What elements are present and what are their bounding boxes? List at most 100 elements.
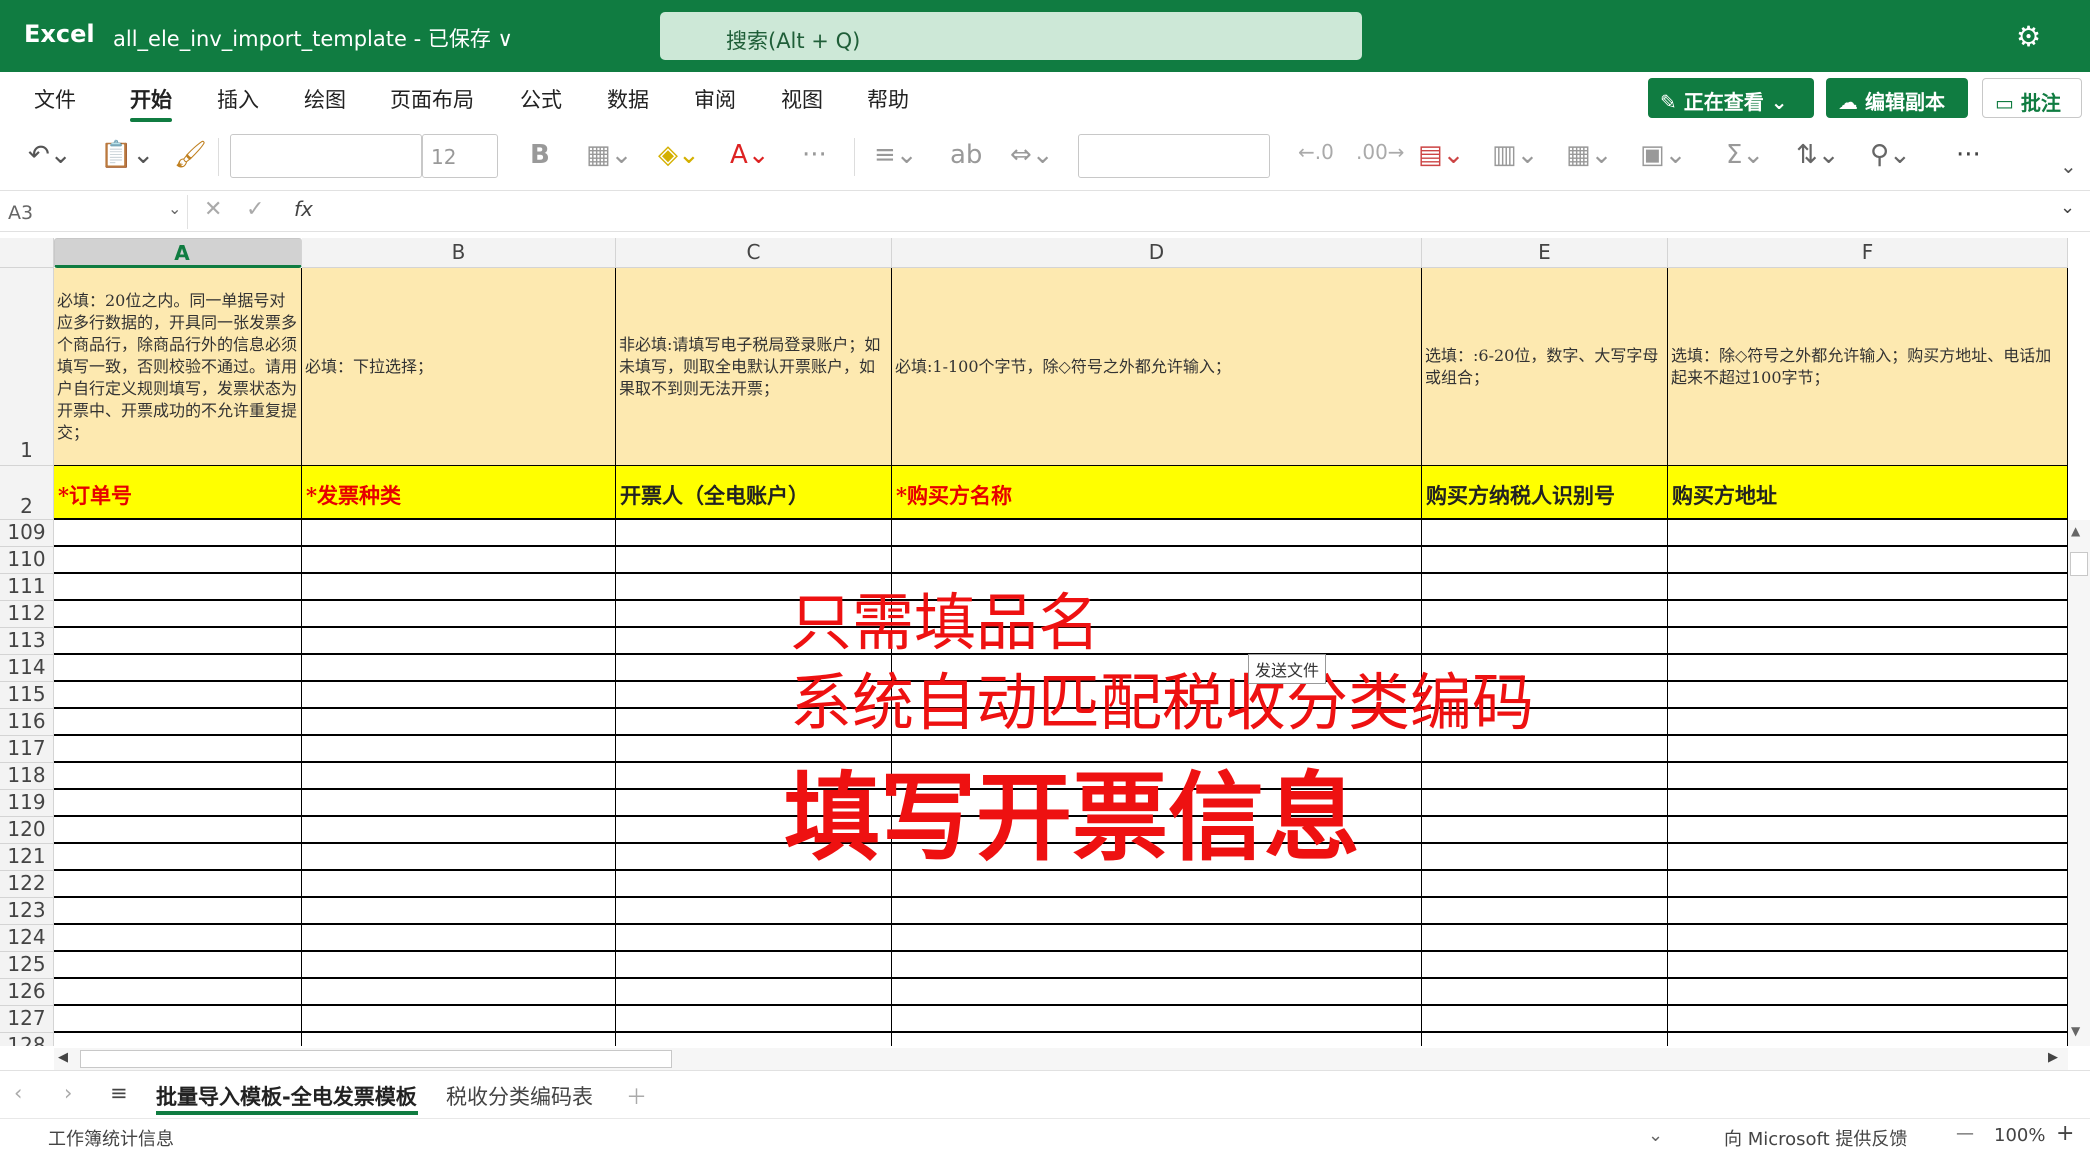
name-box[interactable]: A3	[0, 195, 188, 229]
grid-cell[interactable]	[1668, 790, 2068, 817]
grid-cell[interactable]	[1422, 790, 1668, 817]
grid-cell[interactable]	[302, 574, 616, 601]
chevron-down-icon[interactable]: ⌄	[1648, 1125, 1663, 1146]
note-cell[interactable]: 选填：:6-20位，数字、大写字母或组合；	[1422, 268, 1668, 466]
grid-cell[interactable]	[1422, 601, 1668, 628]
grid-cell[interactable]	[54, 520, 302, 547]
grid-cell[interactable]	[302, 871, 616, 898]
confirm-icon[interactable]: ✓	[246, 197, 264, 222]
grid-cell[interactable]	[892, 520, 1422, 547]
row-header[interactable]: 122	[0, 871, 54, 898]
grid-cell[interactable]	[1668, 628, 2068, 655]
grid-cell[interactable]	[54, 844, 302, 871]
scrollbar-thumb[interactable]	[2070, 552, 2088, 576]
grid-cell[interactable]	[1422, 898, 1668, 925]
row-header[interactable]: 124	[0, 925, 54, 952]
grid-cell[interactable]	[302, 790, 616, 817]
row-header[interactable]: 1	[0, 268, 54, 466]
grid-cell[interactable]	[1668, 1006, 2068, 1033]
grid-cell[interactable]	[616, 1033, 892, 1046]
grid-cell[interactable]	[1668, 547, 2068, 574]
grid-cell[interactable]	[54, 601, 302, 628]
grid-cell[interactable]	[302, 844, 616, 871]
grid-cell[interactable]	[1422, 844, 1668, 871]
feedback-link[interactable]: 向 Microsoft 提供反馈	[1724, 1125, 1907, 1151]
grid-cell[interactable]	[1668, 844, 2068, 871]
borders-icon[interactable]: ▦⌄	[586, 140, 632, 170]
grid-cell[interactable]	[54, 682, 302, 709]
function-icon[interactable]: fx	[294, 197, 313, 221]
grid-cell[interactable]	[1668, 520, 2068, 547]
font-color-icon[interactable]: A⌄	[730, 140, 770, 170]
grid-cell[interactable]	[302, 1033, 616, 1046]
find-icon[interactable]: ⚲⌄	[1870, 140, 1911, 170]
grid-cell[interactable]	[1668, 871, 2068, 898]
header-cell-buyer-tax-id[interactable]: 购买方纳税人识别号	[1422, 466, 1668, 520]
grid-cell[interactable]	[616, 979, 892, 1006]
more-icon[interactable]: ···	[802, 140, 827, 170]
grid-cell[interactable]	[1668, 655, 2068, 682]
grid-cell[interactable]	[302, 1006, 616, 1033]
row-header[interactable]: 114	[0, 655, 54, 682]
grid-cell[interactable]	[54, 763, 302, 790]
vertical-scrollbar[interactable]: ▲ ▼	[2068, 520, 2090, 1046]
grid-cell[interactable]	[1668, 952, 2068, 979]
grid-cell[interactable]	[54, 871, 302, 898]
tab-page-layout[interactable]: 页面布局	[390, 84, 474, 114]
grid-cell[interactable]	[892, 898, 1422, 925]
add-sheet-icon[interactable]: ＋	[626, 1081, 647, 1111]
note-cell[interactable]: 必填：20位之内。同一单据号对应多行数据的，开具同一张发票多个商品行，除商品行外…	[54, 268, 302, 466]
grid-cell[interactable]	[1422, 574, 1668, 601]
grid-cell[interactable]	[616, 520, 892, 547]
scroll-right-icon[interactable]: ▶	[2048, 1050, 2058, 1065]
grid-cell[interactable]	[1422, 817, 1668, 844]
search-box[interactable]: 搜索(Alt + Q)	[660, 12, 1362, 60]
increase-decimal-icon[interactable]: ←.0	[1298, 140, 1334, 164]
wrap-text-icon[interactable]: ab	[950, 140, 982, 170]
bold-icon[interactable]: B	[530, 140, 550, 170]
grid-cell[interactable]	[1422, 979, 1668, 1006]
expand-formula-icon[interactable]: ⌄	[2060, 197, 2075, 218]
grid-cell[interactable]	[54, 817, 302, 844]
grid-cell[interactable]	[892, 1006, 1422, 1033]
grid-cell[interactable]	[54, 1033, 302, 1046]
grid-cell[interactable]	[1668, 1033, 2068, 1046]
tab-review[interactable]: 审阅	[694, 84, 736, 114]
grid-cell[interactable]	[892, 547, 1422, 574]
sheet-tab[interactable]: 税收分类编码表	[446, 1081, 593, 1111]
row-header[interactable]: 128	[0, 1033, 54, 1046]
row-header[interactable]: 121	[0, 844, 54, 871]
grid-cell[interactable]	[1668, 736, 2068, 763]
column-header-f[interactable]: F	[1668, 238, 2068, 268]
grid-cell[interactable]	[616, 898, 892, 925]
conditional-format-icon[interactable]: ▤⌄	[1418, 140, 1464, 170]
sum-icon[interactable]: Σ⌄	[1726, 140, 1764, 170]
grid-cell[interactable]	[54, 898, 302, 925]
row-header[interactable]: 110	[0, 547, 54, 574]
sort-filter-icon[interactable]: ⇅⌄	[1796, 140, 1840, 170]
grid-cell[interactable]	[54, 709, 302, 736]
row-header[interactable]: 125	[0, 952, 54, 979]
grid-cell[interactable]	[54, 1006, 302, 1033]
grid-cell[interactable]	[1422, 925, 1668, 952]
note-cell[interactable]: 非必填:请填写电子税局登录账户；如未填写，则取全电默认开票账户，如果取不到则无法…	[616, 268, 892, 466]
sheet-tab-active[interactable]: 批量导入模板-全电发票模板	[156, 1081, 417, 1111]
row-header[interactable]: 127	[0, 1006, 54, 1033]
grid-cell[interactable]	[616, 1006, 892, 1033]
insert-cells-icon[interactable]: ▣⌄	[1640, 140, 1686, 170]
next-sheet-icon[interactable]: ›	[64, 1081, 72, 1105]
scroll-down-icon[interactable]: ▼	[2071, 1024, 2080, 1038]
row-header[interactable]: 116	[0, 709, 54, 736]
header-cell-buyer-name[interactable]: *购买方名称	[892, 466, 1422, 520]
horizontal-scrollbar[interactable]: ◀ ▶	[54, 1048, 2068, 1070]
merge-icon[interactable]: ⇔⌄	[1010, 140, 1054, 170]
tab-insert[interactable]: 插入	[217, 84, 259, 114]
grid-cell[interactable]	[616, 925, 892, 952]
row-header[interactable]: 123	[0, 898, 54, 925]
comments-button[interactable]: ▭ 批注	[1982, 78, 2082, 118]
format-table-icon[interactable]: ▥⌄	[1492, 140, 1538, 170]
expand-ribbon-icon[interactable]: ⌄	[2060, 154, 2077, 178]
grid-cell[interactable]	[616, 547, 892, 574]
header-cell-issuer[interactable]: 开票人（全电账户）	[616, 466, 892, 520]
tab-home[interactable]: 开始	[130, 84, 172, 114]
